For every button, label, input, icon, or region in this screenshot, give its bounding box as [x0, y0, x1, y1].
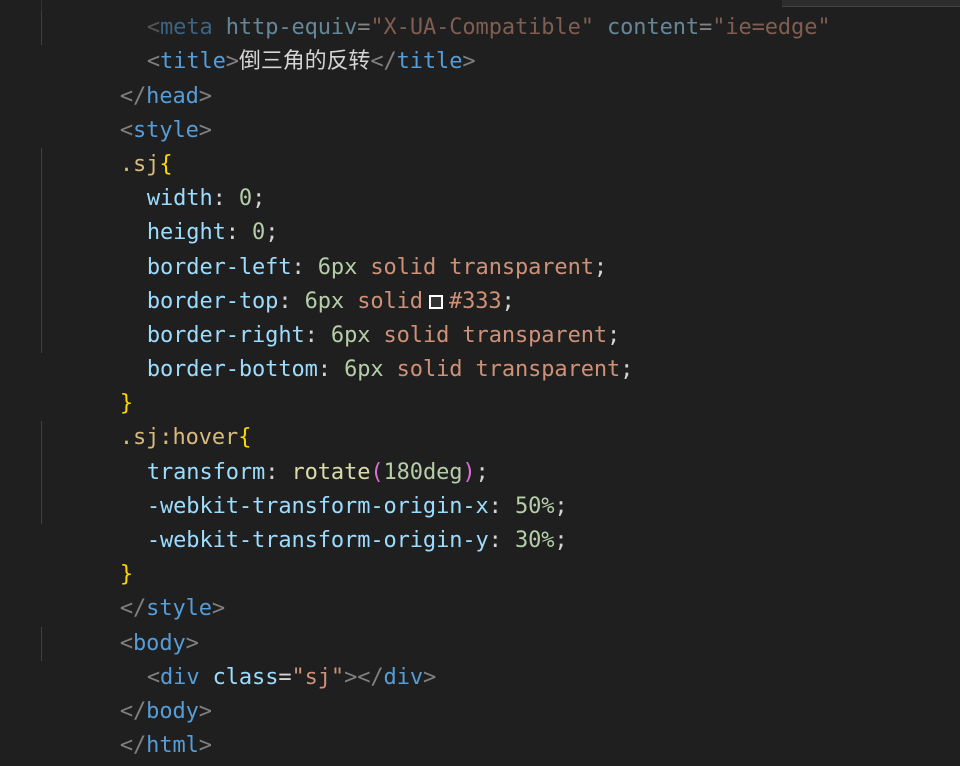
- code-line-origin-y: -webkit-transform-origin-y: 30%;: [0, 489, 960, 553]
- code-line-origin-x: -webkit-transform-origin-x: 50%;: [0, 455, 960, 519]
- token: html: [146, 733, 199, 759]
- code-line-selector-sj: .sj{: [0, 114, 960, 177]
- indent-guide: [41, 0, 42, 12]
- code-line-brace-close: }: [0, 524, 960, 587]
- code-line-border-right: border-right: 6px solid transparent;: [0, 284, 960, 348]
- indent-guide: [41, 182, 42, 217]
- code-area[interactable]: <meta http-equiv="X-UA-Compatible" conte…: [0, 0, 960, 758]
- indent-guide: [41, 284, 42, 319]
- code-line-body-open: <body>: [0, 592, 960, 656]
- code-line-border-left: border-left: 6px solid transparent;: [0, 216, 960, 280]
- code-line-head-close: </head>: [0, 45, 960, 109]
- hover-widget-edge: [782, 0, 960, 7]
- code-line-body-close: </body>: [0, 661, 960, 724]
- token: >: [198, 733, 212, 759]
- code-line-style-open: <style>: [0, 80, 960, 143]
- indent-guide: [41, 489, 42, 524]
- code-line-border-top: border-top: 6px solid #333;: [0, 250, 960, 314]
- token: </: [119, 733, 147, 759]
- indent-guide: [41, 250, 42, 285]
- indent-guide: [41, 626, 42, 661]
- indent-guide: [41, 318, 42, 354]
- code-line-selector-hover: .sj:hover{: [0, 387, 960, 450]
- code-line-transform: transform: rotate(180deg);: [0, 421, 960, 485]
- indent-guide: [41, 11, 42, 46]
- code-line-height: height: 0;: [0, 182, 960, 245]
- code-line-title: <title>倒三角的反转</title>: [0, 11, 960, 74]
- code-line-style-close: </style>: [0, 558, 960, 621]
- indent-guide: [41, 421, 42, 456]
- code-line-brace-close: }: [0, 353, 960, 416]
- code-line-width: width: 0;: [0, 147, 960, 211]
- indent-guide: [41, 147, 42, 183]
- code-line-border-bottom: border-bottom: 6px solid transparent;: [0, 318, 960, 382]
- code-editor[interactable]: <meta http-equiv="X-UA-Compatible" conte…: [0, 0, 960, 766]
- indent-guide: [41, 455, 42, 490]
- code-line-html-close: </html>: [0, 695, 960, 758]
- indent-guide: [41, 216, 42, 251]
- code-line-div: <div class="sj"></div>: [0, 626, 960, 690]
